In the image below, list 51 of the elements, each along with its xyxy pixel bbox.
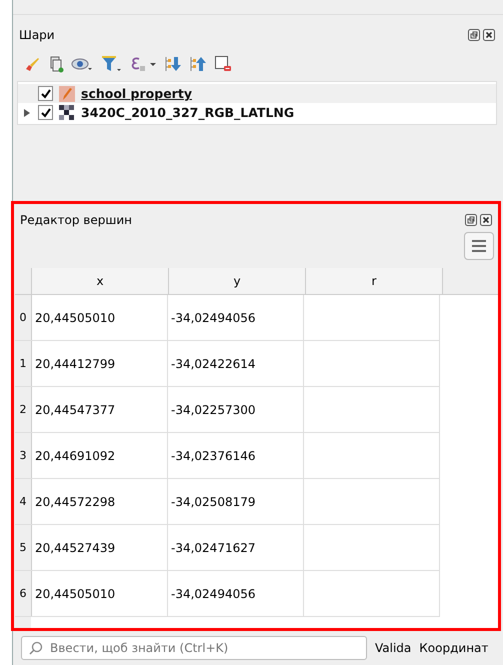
eye-icon[interactable] [71, 56, 93, 72]
status-text: Координат [419, 641, 488, 655]
status-text: Valida [375, 641, 412, 655]
menu-button[interactable] [464, 232, 494, 260]
layer-checkbox[interactable] [38, 105, 53, 120]
epsilon-icon[interactable] [129, 55, 157, 73]
paintbrush-icon[interactable] [23, 55, 41, 73]
table-cell: 20,44572298 [32, 479, 168, 524]
table-cell: 20,44412799 [32, 341, 168, 386]
table-cell: -34,02376146 [168, 433, 304, 478]
column-header[interactable]: x [32, 268, 169, 294]
float-icon[interactable] [468, 29, 480, 41]
pencil-icon [59, 86, 75, 102]
column-header[interactable]: y [169, 268, 306, 294]
raster-icon [59, 104, 75, 120]
row-number: 6 [15, 571, 32, 616]
panel-title: Редактор вершин [20, 213, 132, 227]
expand-arrow-icon[interactable] [24, 108, 30, 116]
float-icon[interactable] [465, 214, 477, 226]
remove-layer-icon[interactable] [214, 55, 232, 73]
row-number: 5 [15, 525, 32, 570]
search-field[interactable]: Ввести, щоб знайти (Ctrl+K) [21, 636, 367, 660]
panel-title: Шари [19, 28, 55, 42]
layer-name[interactable]: school property [81, 86, 192, 101]
row-number: 0 [15, 295, 32, 340]
table-cell: 20,44505010 [32, 571, 168, 616]
collapse-all-icon[interactable] [189, 55, 207, 73]
row-number: 4 [15, 479, 32, 524]
menu-icon [471, 239, 487, 253]
layer-name[interactable]: 3420C_2010_327_RGB_LATLNG [81, 105, 294, 120]
table-cell: 20,44505010 [32, 295, 168, 340]
filter-icon[interactable] [100, 55, 122, 73]
close-icon[interactable] [483, 29, 495, 41]
expand-all-icon[interactable] [164, 55, 182, 73]
row-number: 1 [15, 341, 32, 386]
add-group-icon[interactable] [48, 55, 64, 73]
table-cell: 20,44691092 [32, 433, 168, 478]
layer-checkbox[interactable] [38, 86, 53, 101]
row-number: 3 [15, 433, 32, 478]
table-cell: -34,02257300 [168, 387, 304, 432]
table-cell: -34,02494056 [168, 571, 304, 616]
table-cell: -34,02494056 [168, 295, 304, 340]
row-number: 2 [15, 387, 32, 432]
column-header[interactable]: r [306, 268, 443, 294]
table-cell: -34,02471627 [168, 525, 304, 570]
table-cell: 20,44547377 [32, 387, 168, 432]
table-cell: -34,02508179 [168, 479, 304, 524]
table-cell: -34,02422614 [168, 341, 304, 386]
close-icon[interactable] [480, 214, 492, 226]
table-cell: 20,44527439 [32, 525, 168, 570]
search-icon [29, 641, 43, 655]
